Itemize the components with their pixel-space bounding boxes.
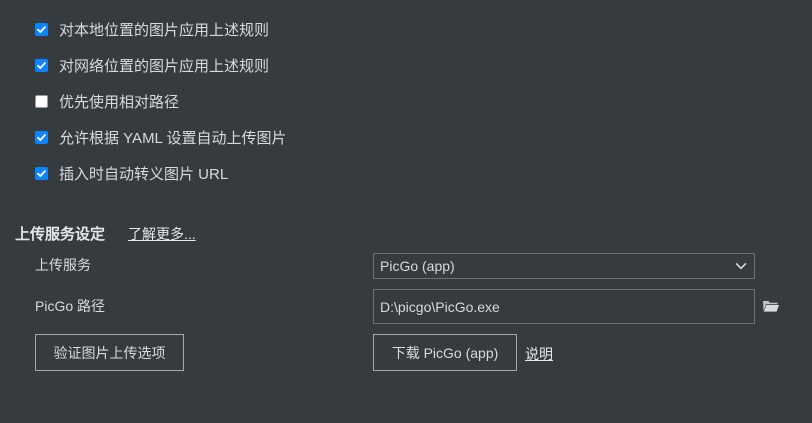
option-escape-image-url[interactable]: 插入时自动转义图片 URL xyxy=(35,161,228,185)
option-label: 插入时自动转义图片 URL xyxy=(59,165,229,183)
folder-icon[interactable] xyxy=(762,298,780,314)
option-label: 对网络位置的图片应用上述规则 xyxy=(59,57,270,75)
picgo-path-input[interactable] xyxy=(373,289,755,324)
option-yaml-auto-upload[interactable]: 允许根据 YAML 设置自动上传图片 xyxy=(35,125,287,149)
checkbox-checked-icon[interactable] xyxy=(35,166,48,180)
upload-service-select[interactable]: PicGo (app) xyxy=(373,253,755,279)
upload-service-selected-value: PicGo (app) xyxy=(380,258,455,274)
option-apply-network-images[interactable]: 对网络位置的图片应用上述规则 xyxy=(35,53,269,77)
upload-section-title: 上传服务设定 xyxy=(15,226,106,243)
verify-upload-button[interactable]: 验证图片上传选项 xyxy=(35,334,184,371)
option-prefer-relative-path[interactable]: 优先使用相对路径 xyxy=(35,89,179,113)
chevron-down-icon xyxy=(735,263,747,270)
upload-service-label: 上传服务 xyxy=(35,257,91,273)
checkbox-checked-icon[interactable] xyxy=(35,130,48,144)
learn-more-link[interactable]: 了解更多... xyxy=(128,224,196,244)
checkbox-checked-icon[interactable] xyxy=(35,58,48,72)
explain-link[interactable]: 说明 xyxy=(525,344,553,364)
option-label: 对本地位置的图片应用上述规则 xyxy=(59,21,270,39)
checkbox-checked-icon[interactable] xyxy=(35,22,48,36)
download-picgo-button[interactable]: 下载 PicGo (app) xyxy=(373,334,517,371)
option-apply-local-images[interactable]: 对本地位置的图片应用上述规则 xyxy=(35,17,269,41)
option-label: 允许根据 YAML 设置自动上传图片 xyxy=(59,129,287,147)
option-label: 优先使用相对路径 xyxy=(59,93,180,111)
picgo-path-label: PicGo 路径 xyxy=(35,298,106,314)
checkbox-unchecked-icon[interactable] xyxy=(35,94,48,108)
